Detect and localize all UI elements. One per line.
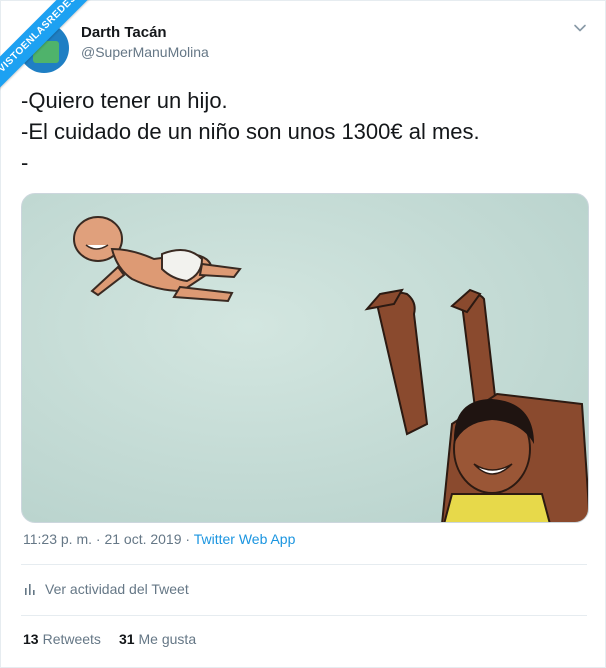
tweet-stats: 13 Retweets 31 Me gusta [23,631,196,647]
divider [21,564,587,565]
tweet-meta: 11:23 p. m. · 21 oct. 2019 · Twitter Web… [23,531,295,547]
tweet-card: VISTOENLASREDES Darth Tacán @SuperManuMo… [0,0,606,668]
tweet-line-2: -El cuidado de un niño son unos 1300€ al… [21,119,480,144]
author-handle[interactable]: @SuperManuMolina [81,44,209,60]
retweets-stat[interactable]: 13 Retweets [23,631,101,647]
tweet-timestamp[interactable]: 11:23 p. m. · 21 oct. 2019 · [23,531,194,547]
meme-illustration [22,194,588,522]
tweet-text: -Quiero tener un hijo. -El cuidado de un … [21,85,480,178]
tweet-image[interactable] [21,193,589,523]
retweets-label: Retweets [42,631,101,647]
tweet-source-app[interactable]: Twitter Web App [194,531,296,547]
tweet-activity-link[interactable]: Ver actividad del Tweet [23,581,189,597]
likes-label: Me gusta [138,631,197,647]
chevron-down-icon[interactable] [573,21,587,35]
divider [21,615,587,616]
tweet-line-1: -Quiero tener un hijo. [21,88,228,113]
author-name[interactable]: Darth Tacán [81,24,167,41]
likes-stat[interactable]: 31 Me gusta [119,631,196,647]
bar-chart-icon [25,584,35,595]
likes-count: 31 [118,631,135,647]
retweets-count: 13 [23,631,39,647]
tweet-line-3: - [21,150,29,175]
tweet-activity-label: Ver actividad del Tweet [45,581,189,597]
